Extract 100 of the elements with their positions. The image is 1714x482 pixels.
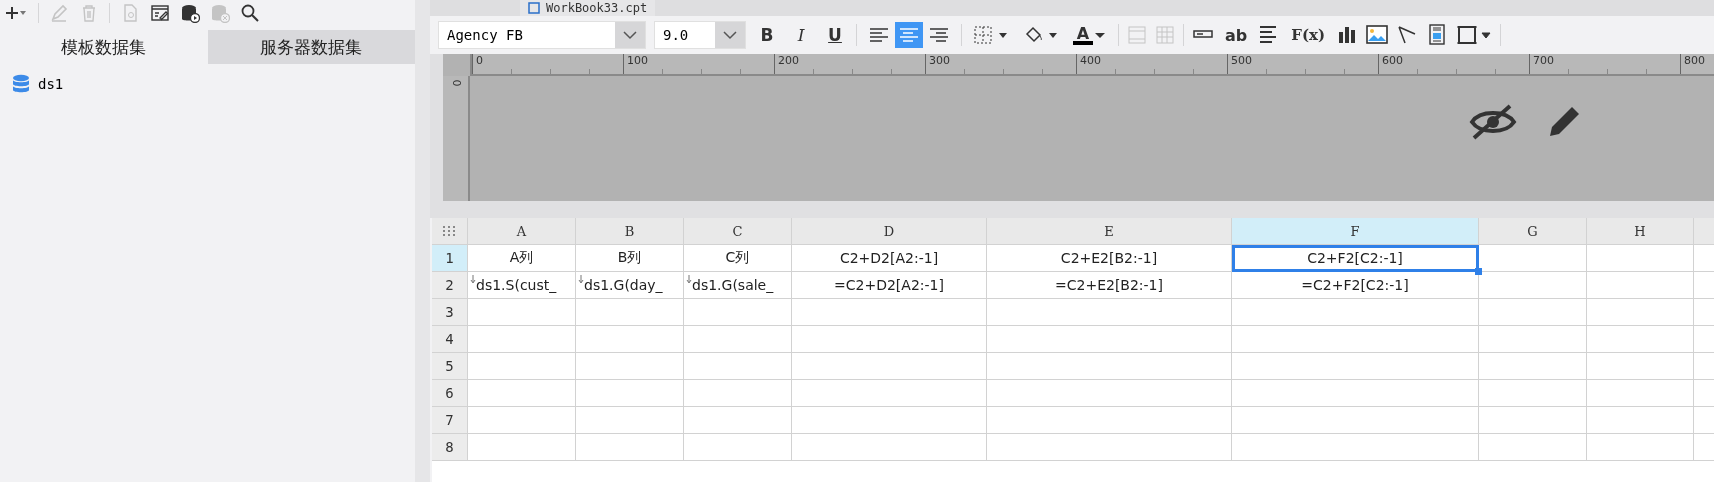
table-cell[interactable] <box>792 326 987 353</box>
row-header[interactable]: 6 <box>432 380 468 407</box>
table-cell[interactable] <box>576 407 684 434</box>
row-header[interactable]: 7 <box>432 407 468 434</box>
row-header[interactable]: 2 <box>432 272 468 299</box>
table-cell[interactable]: ds1.G(day_ <box>576 272 684 299</box>
table-cell[interactable] <box>1587 353 1694 380</box>
insert-text-button[interactable]: ab <box>1222 22 1251 48</box>
table-cell[interactable] <box>1587 299 1694 326</box>
font-color-button[interactable]: A <box>1070 22 1110 48</box>
italic-button[interactable]: I <box>788 22 814 48</box>
fill-handle[interactable] <box>1475 268 1482 275</box>
table-cell[interactable] <box>1232 299 1479 326</box>
table-cell[interactable] <box>987 326 1232 353</box>
table-cell[interactable] <box>684 434 792 461</box>
database-delete-icon[interactable] <box>210 3 230 23</box>
file-tab[interactable]: WorkBook33.cpt <box>520 0 656 16</box>
table-cell[interactable] <box>468 434 576 461</box>
table-cell[interactable]: C2+E2[B2:-1] <box>987 245 1232 272</box>
bold-button[interactable]: B <box>754 22 780 48</box>
table-cell[interactable] <box>1587 380 1694 407</box>
table-cell[interactable]: ds1.S(cust_ <box>468 272 576 299</box>
font-dropdown[interactable]: Agency FB <box>438 21 646 49</box>
database-play-icon[interactable] <box>180 3 200 23</box>
table-cell[interactable]: =C2+F2[C2:-1] <box>1232 272 1479 299</box>
table-cell[interactable]: =C2+E2[B2:-1] <box>987 272 1232 299</box>
row-header[interactable]: 3 <box>432 299 468 326</box>
table-cell[interactable] <box>1232 326 1479 353</box>
table-cell[interactable] <box>468 326 576 353</box>
table-cell[interactable] <box>468 353 576 380</box>
column-header[interactable]: D <box>792 218 987 245</box>
align-center-button[interactable] <box>895 22 923 48</box>
table-cell[interactable] <box>468 407 576 434</box>
table-cell[interactable] <box>1479 245 1587 272</box>
column-header[interactable]: F <box>1232 218 1479 245</box>
edit-window-icon[interactable] <box>150 3 170 23</box>
table-cell[interactable] <box>987 407 1232 434</box>
table-cell[interactable] <box>684 326 792 353</box>
table-cell[interactable] <box>1587 326 1694 353</box>
column-header[interactable]: G <box>1479 218 1587 245</box>
table-cell[interactable] <box>684 407 792 434</box>
search-icon[interactable] <box>240 3 260 23</box>
table-cell[interactable] <box>792 407 987 434</box>
table-cell[interactable] <box>468 380 576 407</box>
merge-cells-icon[interactable] <box>1127 25 1147 45</box>
column-header[interactable]: A <box>468 218 576 245</box>
row-header[interactable]: 1 <box>432 245 468 272</box>
table-cell[interactable] <box>576 434 684 461</box>
column-header[interactable]: E <box>987 218 1232 245</box>
select-all-corner[interactable] <box>432 218 468 245</box>
table-cell[interactable]: =C2+D2[A2:-1] <box>792 272 987 299</box>
table-cell[interactable] <box>987 380 1232 407</box>
dataset-name[interactable]: ds1 <box>38 76 64 92</box>
border-style-icon[interactable] <box>1456 24 1493 46</box>
table-cell[interactable] <box>1587 245 1694 272</box>
table-cell[interactable] <box>1479 407 1587 434</box>
table-cell[interactable]: A列 <box>468 245 576 272</box>
table-cell[interactable] <box>1587 434 1694 461</box>
table-cell[interactable] <box>792 353 987 380</box>
table-cell[interactable] <box>1232 407 1479 434</box>
table-cell[interactable]: C2+F2[C2:-1] <box>1232 245 1479 272</box>
table-cell[interactable] <box>987 353 1232 380</box>
table-cell[interactable]: B列 <box>576 245 684 272</box>
table-cell[interactable] <box>684 380 792 407</box>
table-cell[interactable] <box>1479 272 1587 299</box>
table-cell[interactable] <box>1479 353 1587 380</box>
table-cell[interactable] <box>576 353 684 380</box>
table-cell[interactable] <box>792 380 987 407</box>
table-cell[interactable] <box>987 434 1232 461</box>
table-cell[interactable] <box>1232 353 1479 380</box>
formula-button[interactable]: F(x) <box>1288 22 1329 48</box>
table-cell[interactable] <box>1479 326 1587 353</box>
row-header[interactable]: 4 <box>432 326 468 353</box>
table-cell[interactable]: C列 <box>684 245 792 272</box>
table-cell[interactable] <box>987 299 1232 326</box>
table-cell[interactable] <box>684 299 792 326</box>
table-cell[interactable] <box>576 326 684 353</box>
table-cell[interactable] <box>792 434 987 461</box>
table-cell[interactable] <box>1479 380 1587 407</box>
table-cell[interactable] <box>1587 272 1694 299</box>
table-cell[interactable] <box>792 299 987 326</box>
table-cell[interactable] <box>468 299 576 326</box>
grid-icon[interactable] <box>1155 25 1175 45</box>
image-icon[interactable] <box>1366 24 1389 46</box>
table-cell[interactable]: ds1.G(sale_ <box>684 272 792 299</box>
table-cell[interactable] <box>1479 434 1587 461</box>
table-cell[interactable] <box>1232 380 1479 407</box>
column-header[interactable]: C <box>684 218 792 245</box>
table-cell[interactable] <box>1479 299 1587 326</box>
column-header[interactable]: B <box>576 218 684 245</box>
table-cell[interactable] <box>1232 434 1479 461</box>
row-header[interactable]: 8 <box>432 434 468 461</box>
table-cell[interactable] <box>684 353 792 380</box>
dataset-tab[interactable]: 服务器数据集 <box>207 30 415 64</box>
column-header[interactable]: H <box>1587 218 1694 245</box>
font-size-dropdown[interactable]: 9.0 <box>654 21 746 49</box>
row-header[interactable]: 5 <box>432 353 468 380</box>
table-cell[interactable]: C2+D2[A2:-1] <box>792 245 987 272</box>
underline-button[interactable]: U <box>822 22 848 48</box>
table-cell[interactable] <box>576 299 684 326</box>
